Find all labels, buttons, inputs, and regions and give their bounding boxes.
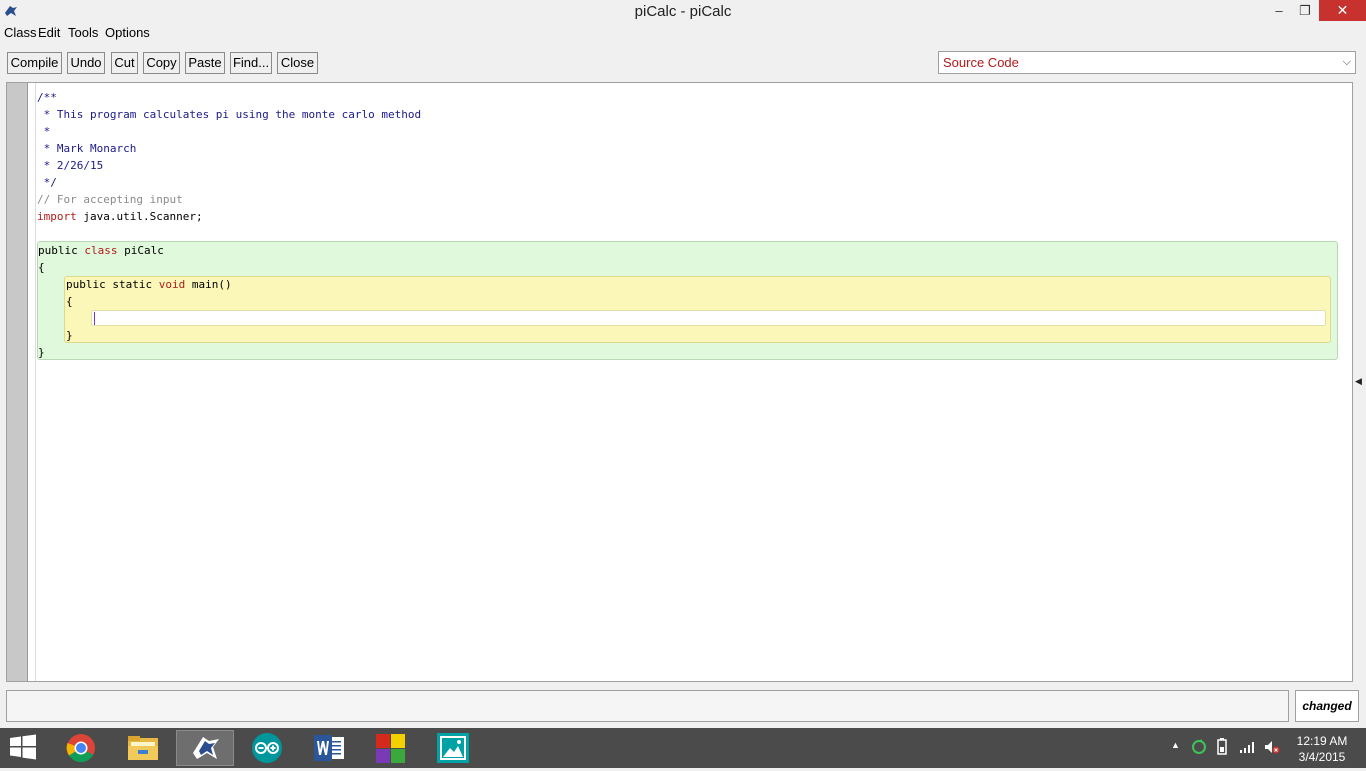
code-line: * <box>37 125 51 138</box>
code-text: java.util.Scanner; <box>76 210 203 223</box>
changed-status-label: changed <box>1295 690 1359 722</box>
minimize-button[interactable]: – <box>1266 0 1292 21</box>
code-line: { <box>38 261 45 274</box>
code-line: * Mark Monarch <box>37 142 137 155</box>
compile-button[interactable]: Compile <box>7 52 62 74</box>
photos-icon[interactable] <box>424 730 482 766</box>
word-icon[interactable] <box>300 730 358 766</box>
cut-button[interactable]: Cut <box>111 52 138 74</box>
breakpoint-margin[interactable] <box>28 83 36 681</box>
keyword: void <box>158 278 186 291</box>
app-icon[interactable] <box>362 730 420 766</box>
text-caret <box>94 312 95 325</box>
sync-icon[interactable] <box>1192 739 1206 758</box>
find-button[interactable]: Find... <box>230 52 272 74</box>
taskbar: ▲ 12:19 AM 3/4/2015 <box>0 728 1366 768</box>
copy-button[interactable]: Copy <box>143 52 180 74</box>
code-line: */ <box>37 176 57 189</box>
code-line: * This program calculates pi using the m… <box>37 108 422 121</box>
keyword: import <box>37 210 77 223</box>
code-line: public class piCalc <box>38 242 164 259</box>
keyword: public <box>38 244 78 257</box>
code-line: } <box>66 329 73 342</box>
collapse-panel-arrow-icon[interactable]: ◀ <box>1355 376 1362 387</box>
bluej-icon[interactable] <box>176 730 234 766</box>
menu-bar: Class Edit Tools Options <box>0 24 1366 42</box>
file-explorer-icon[interactable] <box>114 730 172 766</box>
battery-icon[interactable] <box>1215 738 1229 759</box>
menu-class[interactable]: Class <box>4 25 37 40</box>
code-area[interactable]: /** * This program calculates pi using t… <box>37 83 1352 681</box>
view-mode-select[interactable]: Source Code ⌵ <box>938 51 1356 74</box>
show-hidden-icons-arrow-icon[interactable]: ▲ <box>1171 740 1180 750</box>
clock-date[interactable]: 3/4/2015 <box>1290 750 1354 764</box>
method-name: main() <box>191 278 232 291</box>
method-body-highlight <box>91 310 1326 326</box>
maximize-button[interactable]: ❐ <box>1292 0 1318 21</box>
menu-edit[interactable]: Edit <box>38 25 60 40</box>
code-line: } <box>38 346 45 359</box>
keyword: static <box>112 278 153 291</box>
chrome-icon[interactable] <box>52 730 110 766</box>
code-line: * 2/26/15 <box>37 159 104 172</box>
status-message-bar <box>6 690 1289 722</box>
windows-start-icon[interactable] <box>8 734 40 762</box>
editor-gutter[interactable] <box>7 83 28 681</box>
menu-options[interactable]: Options <box>105 25 150 40</box>
class-name: piCalc <box>124 244 164 257</box>
close-button[interactable]: Close <box>277 52 318 74</box>
code-line: { <box>66 295 73 308</box>
source-editor[interactable]: /** * This program calculates pi using t… <box>6 82 1353 682</box>
title-bar: piCalc - piCalc – ❐ ✕ <box>0 0 1366 24</box>
code-line: /** <box>37 91 57 104</box>
menu-tools[interactable]: Tools <box>68 25 98 40</box>
clock-time[interactable]: 12:19 AM <box>1290 734 1354 748</box>
keyword: public <box>66 278 106 291</box>
code-line: public static void main() <box>66 276 232 293</box>
window-title: piCalc - piCalc <box>634 3 732 20</box>
keyword: class <box>84 244 118 257</box>
arduino-icon[interactable] <box>238 730 296 766</box>
close-window-button[interactable]: ✕ <box>1319 0 1366 21</box>
network-signal-icon[interactable] <box>1240 740 1256 757</box>
undo-button[interactable]: Undo <box>67 52 105 74</box>
view-mode-value: Source Code <box>943 55 1019 70</box>
chevron-down-icon: ⌵ <box>1342 56 1351 68</box>
volume-muted-icon[interactable] <box>1264 740 1280 757</box>
paste-button[interactable]: Paste <box>185 52 225 74</box>
code-line: import java.util.Scanner; <box>37 208 203 225</box>
code-line: // For accepting input <box>37 193 183 206</box>
